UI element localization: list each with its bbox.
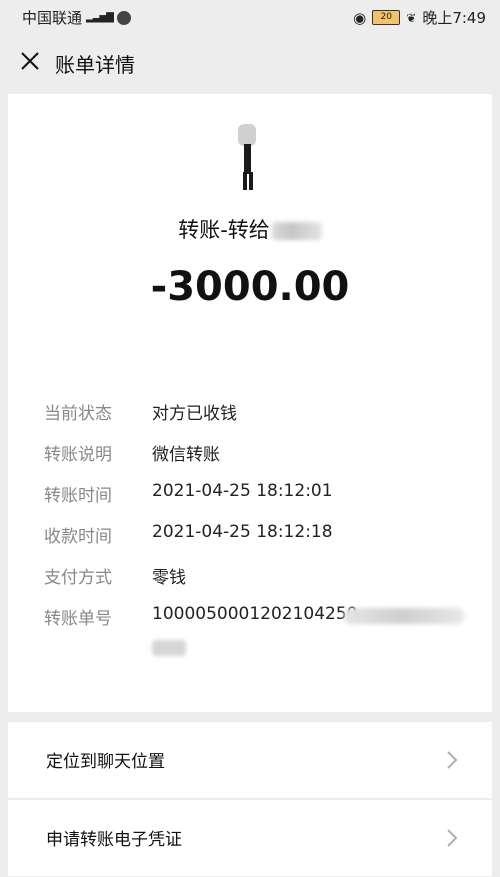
detail-label: 转账单号 bbox=[44, 609, 112, 629]
apply-voucher-label: 申请转账电子凭证 bbox=[46, 830, 182, 850]
redacted-serial-line2 bbox=[152, 640, 186, 656]
chevron-right-icon bbox=[447, 751, 458, 769]
leaf-icon: ❦ bbox=[406, 10, 417, 25]
detail-value: 1000050001202104250 bbox=[152, 604, 358, 624]
redacted-serial bbox=[344, 608, 464, 624]
transaction-amount: -3000.00 bbox=[150, 264, 350, 310]
chevron-right-icon bbox=[447, 829, 458, 847]
signal-icon: ▂▃▅▇ bbox=[86, 12, 114, 23]
detail-label: 当前状态 bbox=[44, 404, 112, 424]
nav-bar: 账单详情 bbox=[0, 34, 500, 92]
detail-value: 2021-04-25 18:12:01 bbox=[152, 481, 333, 501]
detail-value: 微信转账 bbox=[152, 445, 220, 465]
detail-label: 转账时间 bbox=[44, 486, 112, 506]
carrier-name: 中国联通 bbox=[22, 9, 83, 27]
locate-chat-row[interactable]: 定位到聊天位置 bbox=[8, 722, 492, 798]
detail-value: 对方已收钱 bbox=[152, 404, 237, 424]
locate-chat-label: 定位到聊天位置 bbox=[46, 752, 165, 772]
detail-label: 收款时间 bbox=[44, 527, 112, 547]
notification-dot-icon bbox=[116, 10, 131, 25]
page-title: 账单详情 bbox=[55, 53, 135, 77]
apply-voucher-row[interactable]: 申请转账电子凭证 bbox=[8, 800, 492, 876]
detail-label: 转账说明 bbox=[44, 445, 112, 465]
status-bar: 中国联通 ▂▃▅▇ ◉ 20 ❦ 晚上7:49 bbox=[0, 0, 500, 34]
detail-label: 支付方式 bbox=[44, 568, 112, 588]
payee-label: 转账-转给 bbox=[178, 218, 270, 242]
close-icon[interactable] bbox=[16, 47, 44, 75]
status-right: ◉ 20 ❦ 晚上7:49 bbox=[353, 7, 486, 28]
transaction-card: 转账-转给 -3000.00 当前状态 对方已收钱 转账说明 微信转账 转账时间… bbox=[8, 94, 492, 712]
battery-icon: 20 bbox=[372, 10, 401, 25]
redacted-name bbox=[271, 222, 322, 240]
eye-icon: ◉ bbox=[353, 8, 367, 27]
status-left: 中国联通 ▂▃▅▇ bbox=[22, 7, 131, 28]
detail-value: 零钱 bbox=[152, 568, 186, 588]
detail-value: 2021-04-25 18:12:18 bbox=[152, 522, 333, 542]
status-time: 晚上7:49 bbox=[422, 9, 486, 27]
payee-name: 转账-转给 bbox=[8, 214, 492, 244]
avatar bbox=[238, 124, 256, 190]
